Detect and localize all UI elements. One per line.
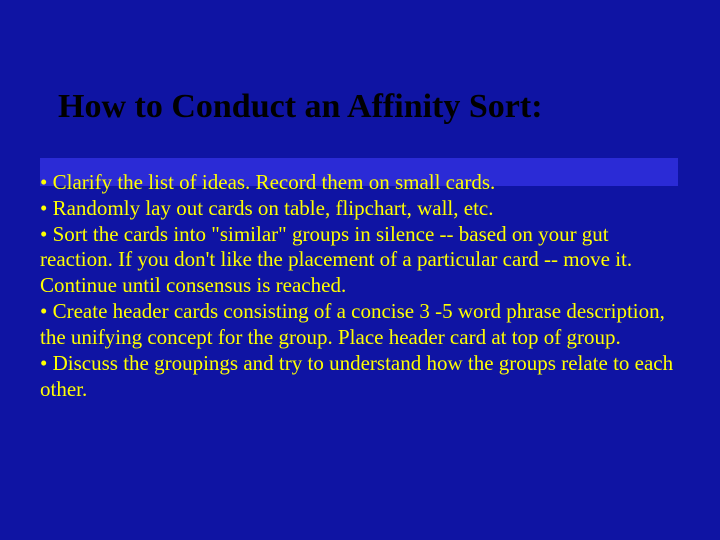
bullet-item: • Randomly lay out cards on table, flipc… [40,196,680,222]
slide: How to Conduct an Affinity Sort: • Clari… [0,0,720,540]
bullet-item: • Clarify the list of ideas. Record them… [40,170,680,196]
page-title: How to Conduct an Affinity Sort: [58,88,680,126]
bullet-item: • Discuss the groupings and try to under… [40,351,680,403]
bullet-item: • Sort the cards into "similar" groups i… [40,222,680,299]
bullet-item: • Create header cards consisting of a co… [40,299,680,351]
body-text: • Clarify the list of ideas. Record them… [40,170,680,402]
